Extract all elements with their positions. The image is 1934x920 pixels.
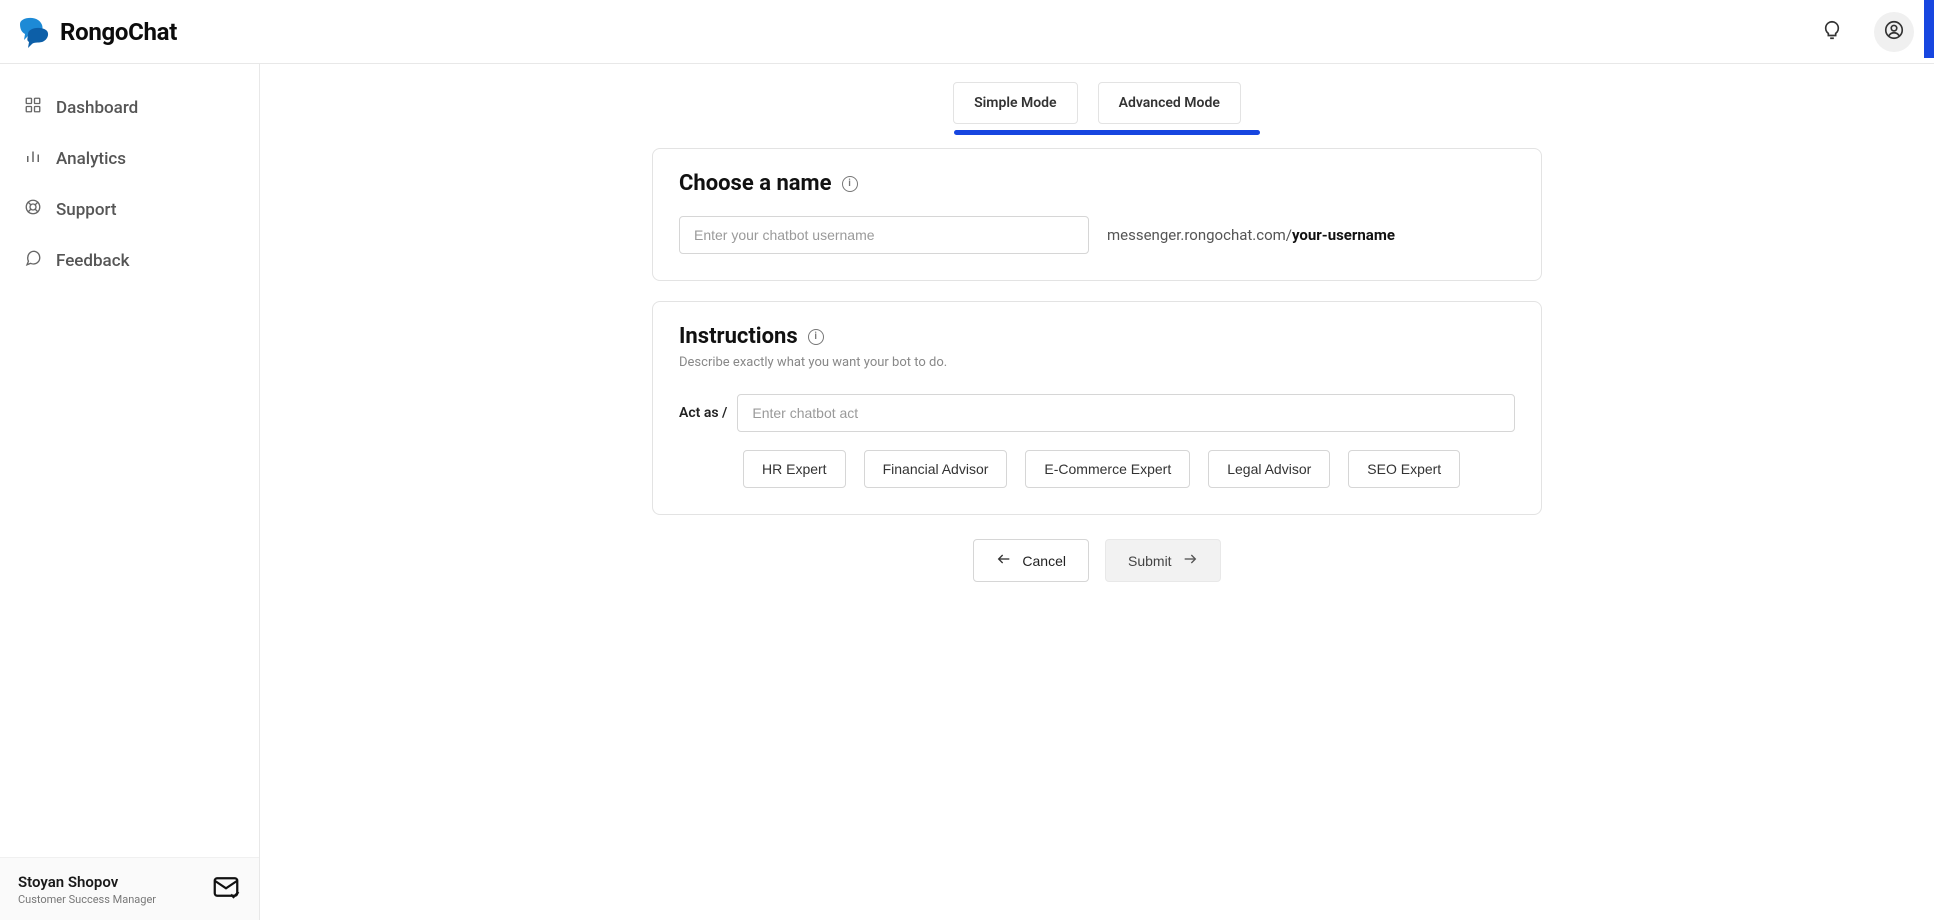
instructions-card-title: Instructions xyxy=(679,324,798,349)
arrow-left-icon xyxy=(996,551,1012,570)
tab-advanced-mode[interactable]: Advanced Mode xyxy=(1098,82,1241,124)
chat-icon xyxy=(24,249,42,272)
sidebar-item-label: Feedback xyxy=(56,251,129,271)
sidebar-item-label: Support xyxy=(56,200,117,220)
actas-input[interactable] xyxy=(737,394,1515,432)
sidebar-nav: Dashboard Analytics xyxy=(0,76,259,292)
logo-icon xyxy=(14,14,50,50)
chip-seo-expert[interactable]: SEO Expert xyxy=(1348,450,1460,488)
username-input[interactable] xyxy=(679,216,1089,254)
url-username: your-username xyxy=(1292,226,1395,244)
chip-legal-advisor[interactable]: Legal Advisor xyxy=(1208,450,1330,488)
contact-role: Customer Success Manager xyxy=(18,893,156,906)
chip-ecommerce-expert[interactable]: E-Commerce Expert xyxy=(1025,450,1190,488)
name-card: Choose a name i messenger.rongochat.com/… xyxy=(652,148,1542,281)
header-actions xyxy=(1812,12,1914,52)
right-accent-bar xyxy=(1924,0,1934,58)
url-preview: messenger.rongochat.com/your-username xyxy=(1107,226,1395,244)
actas-label: Act as / xyxy=(679,405,727,421)
name-card-title: Choose a name xyxy=(679,171,832,196)
actas-suggestions: HR Expert Financial Advisor E-Commerce E… xyxy=(743,450,1515,488)
form-actions: Cancel Submit xyxy=(973,539,1220,582)
cancel-label: Cancel xyxy=(1022,553,1066,569)
user-circle-icon xyxy=(1883,19,1905,44)
contact-name: Stoyan Shopov xyxy=(18,873,156,891)
lightbulb-icon xyxy=(1821,19,1843,44)
sidebar-item-label: Dashboard xyxy=(56,98,138,118)
mode-tabs: Simple Mode Advanced Mode xyxy=(953,82,1241,124)
info-icon[interactable]: i xyxy=(842,176,858,192)
submit-label: Submit xyxy=(1128,553,1172,569)
sidebar: Dashboard Analytics xyxy=(0,64,260,920)
sidebar-item-dashboard[interactable]: Dashboard xyxy=(10,84,249,131)
lifebuoy-icon xyxy=(24,198,42,221)
instructions-description: Describe exactly what you want your bot … xyxy=(679,355,1515,370)
arrow-right-icon xyxy=(1182,551,1198,570)
instructions-card: Instructions i Describe exactly what you… xyxy=(652,301,1542,515)
hint-button[interactable] xyxy=(1812,12,1852,52)
sidebar-item-support[interactable]: Support xyxy=(10,186,249,233)
cancel-button[interactable]: Cancel xyxy=(973,539,1089,582)
submit-button[interactable]: Submit xyxy=(1105,539,1221,582)
grid-icon xyxy=(24,96,42,119)
profile-button[interactable] xyxy=(1874,12,1914,52)
mail-check-icon xyxy=(211,872,241,906)
chip-hr-expert[interactable]: HR Expert xyxy=(743,450,846,488)
main-content: Simple Mode Advanced Mode Choose a name … xyxy=(260,64,1934,920)
sidebar-item-feedback[interactable]: Feedback xyxy=(10,237,249,284)
brand-logo[interactable]: RongoChat xyxy=(14,14,177,50)
url-prefix: messenger.rongochat.com/ xyxy=(1107,226,1292,244)
sidebar-item-analytics[interactable]: Analytics xyxy=(10,135,249,182)
bars-icon xyxy=(24,147,42,170)
sidebar-item-label: Analytics xyxy=(56,149,126,169)
tab-simple-mode[interactable]: Simple Mode xyxy=(953,82,1077,124)
sidebar-footer-text: Stoyan Shopov Customer Success Manager xyxy=(18,873,156,906)
info-icon[interactable]: i xyxy=(808,329,824,345)
sidebar-footer[interactable]: Stoyan Shopov Customer Success Manager xyxy=(0,857,259,920)
app-header: RongoChat xyxy=(0,0,1934,64)
brand-name: RongoChat xyxy=(60,18,177,46)
chip-financial-advisor[interactable]: Financial Advisor xyxy=(864,450,1008,488)
